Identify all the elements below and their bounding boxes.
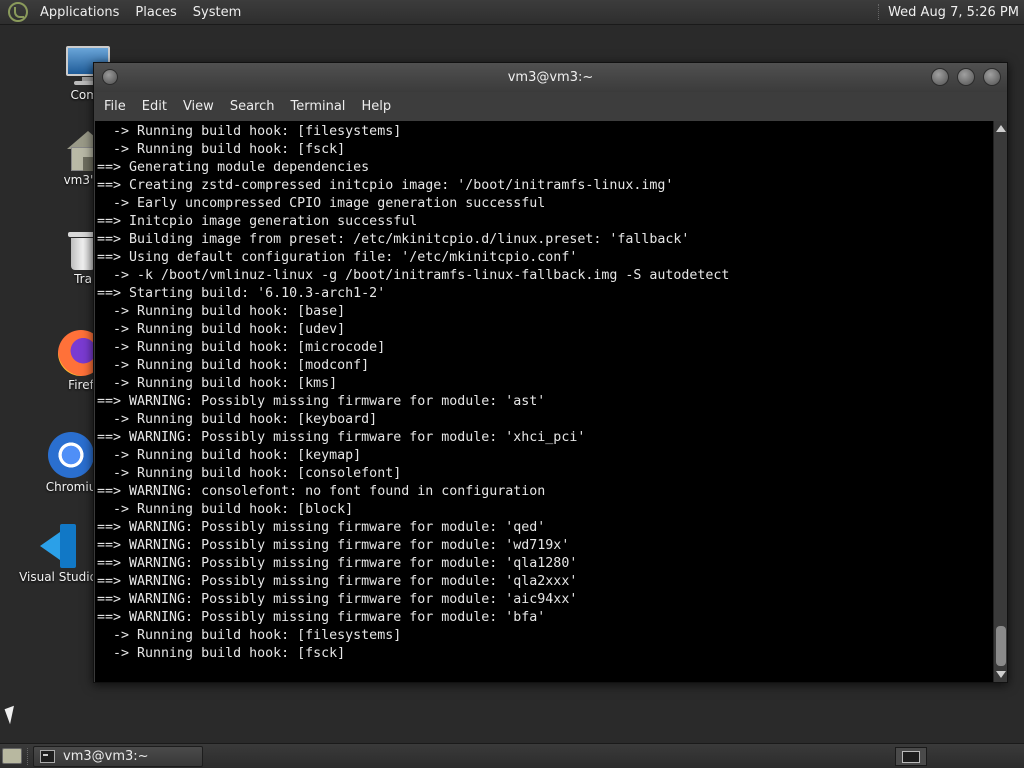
menu-search[interactable]: Search xyxy=(222,99,283,114)
window-menu-button[interactable] xyxy=(102,69,118,85)
menu-file[interactable]: File xyxy=(96,99,134,114)
show-desktop-button[interactable] xyxy=(2,748,22,764)
terminal-line: ==> Generating module dependencies xyxy=(97,160,370,175)
distro-logo-icon[interactable] xyxy=(8,2,28,22)
terminal-text[interactable]: -> Running build hook: [filesystems] -> … xyxy=(97,123,993,679)
terminal-line: ==> WARNING: Possibly missing firmware f… xyxy=(97,394,546,409)
terminal-line: -> Running build hook: [kms] xyxy=(97,376,338,391)
terminal-line: -> Running build hook: [block] xyxy=(97,502,354,517)
window-title: vm3@vm3:~ xyxy=(507,70,594,85)
terminal-line: ==> WARNING: Possibly missing firmware f… xyxy=(97,556,578,571)
window-titlebar[interactable]: vm3@vm3:~ xyxy=(94,63,1007,92)
terminal-line: ==> WARNING: Possibly missing firmware f… xyxy=(97,538,570,553)
terminal-line: -> Early uncompressed CPIO image generat… xyxy=(97,196,546,211)
terminal-menubar: File Edit View Search Terminal Help xyxy=(94,92,1007,121)
terminal-line: ==> WARNING: Possibly missing firmware f… xyxy=(97,610,546,625)
places-menu[interactable]: Places xyxy=(127,5,184,20)
top-panel: Applications Places System Wed Aug 7, 5:… xyxy=(0,0,1024,25)
maximize-button[interactable] xyxy=(957,68,975,86)
terminal-icon xyxy=(40,750,55,763)
terminal-line: ==> Initcpio image generation successful xyxy=(97,214,418,229)
window-controls xyxy=(931,68,1001,86)
terminal-line: -> Running build hook: [udev] xyxy=(97,322,346,337)
desktop-icon-label: Visual Studio xyxy=(19,570,97,584)
terminal-line: ==> WARNING: Possibly missing firmware f… xyxy=(97,520,546,535)
bottom-panel: vm3@vm3:~ xyxy=(0,743,1024,768)
terminal-line: -> Running build hook: [fsck] xyxy=(97,142,346,157)
terminal-scrollbar[interactable] xyxy=(993,121,1007,682)
mouse-pointer-icon xyxy=(4,705,20,725)
clock[interactable]: Wed Aug 7, 5:26 PM xyxy=(888,5,1019,20)
terminal-output-area[interactable]: -> Running build hook: [filesystems] -> … xyxy=(95,121,1007,682)
terminal-line: ==> WARNING: Possibly missing firmware f… xyxy=(97,592,578,607)
terminal-line: ==> WARNING: consolefont: no font found … xyxy=(97,484,546,499)
terminal-line: -> Running build hook: [keymap] xyxy=(97,448,362,463)
terminal-line: ==> WARNING: Possibly missing firmware f… xyxy=(97,430,586,445)
desktop-icon-vscode[interactable]: Visual Studio xyxy=(10,524,106,584)
terminal-line: ==> Building image from preset: /etc/mki… xyxy=(97,232,690,247)
terminal-line: ==> Using default configuration file: '/… xyxy=(97,250,578,265)
terminal-line: -> Running build hook: [filesystems] xyxy=(97,124,402,139)
menu-edit[interactable]: Edit xyxy=(134,99,175,114)
terminal-line: -> Running build hook: [keyboard] xyxy=(97,412,378,427)
terminal-line: ==> Starting build: '6.10.3-arch1-2' xyxy=(97,286,386,301)
taskbar-separator xyxy=(27,748,28,765)
terminal-line: -> Running build hook: [fsck] xyxy=(97,646,346,661)
vscode-icon xyxy=(36,524,80,568)
terminal-line: -> -k /boot/vmlinuz-linux -g /boot/initr… xyxy=(97,268,730,283)
scroll-up-arrow-icon[interactable] xyxy=(996,125,1006,132)
scroll-down-arrow-icon[interactable] xyxy=(996,671,1006,678)
chromium-icon xyxy=(48,432,94,478)
close-button[interactable] xyxy=(983,68,1001,86)
taskbar-item-label: vm3@vm3:~ xyxy=(63,749,149,764)
panel-separator xyxy=(878,4,880,20)
terminal-line: ==> Creating zstd-compressed initcpio im… xyxy=(97,178,674,193)
scrollbar-thumb[interactable] xyxy=(996,626,1006,666)
workspace-window-thumbnail xyxy=(902,751,920,763)
terminal-line: -> Running build hook: [filesystems] xyxy=(97,628,402,643)
terminal-line: ==> WARNING: Possibly missing firmware f… xyxy=(97,574,578,589)
terminal-line: -> Running build hook: [modconf] xyxy=(97,358,370,373)
workspace-switcher[interactable] xyxy=(895,747,927,766)
system-menu[interactable]: System xyxy=(185,5,249,20)
taskbar-item-terminal[interactable]: vm3@vm3:~ xyxy=(33,746,203,767)
minimize-button[interactable] xyxy=(931,68,949,86)
applications-menu[interactable]: Applications xyxy=(32,5,127,20)
terminal-line: -> Running build hook: [microcode] xyxy=(97,340,386,355)
terminal-line: -> Running build hook: [base] xyxy=(97,304,346,319)
menu-view[interactable]: View xyxy=(175,99,222,114)
terminal-line: -> Running build hook: [consolefont] xyxy=(97,466,402,481)
terminal-window[interactable]: vm3@vm3:~ File Edit View Search Terminal… xyxy=(93,62,1008,683)
menu-help[interactable]: Help xyxy=(353,99,399,114)
menu-terminal[interactable]: Terminal xyxy=(282,99,353,114)
